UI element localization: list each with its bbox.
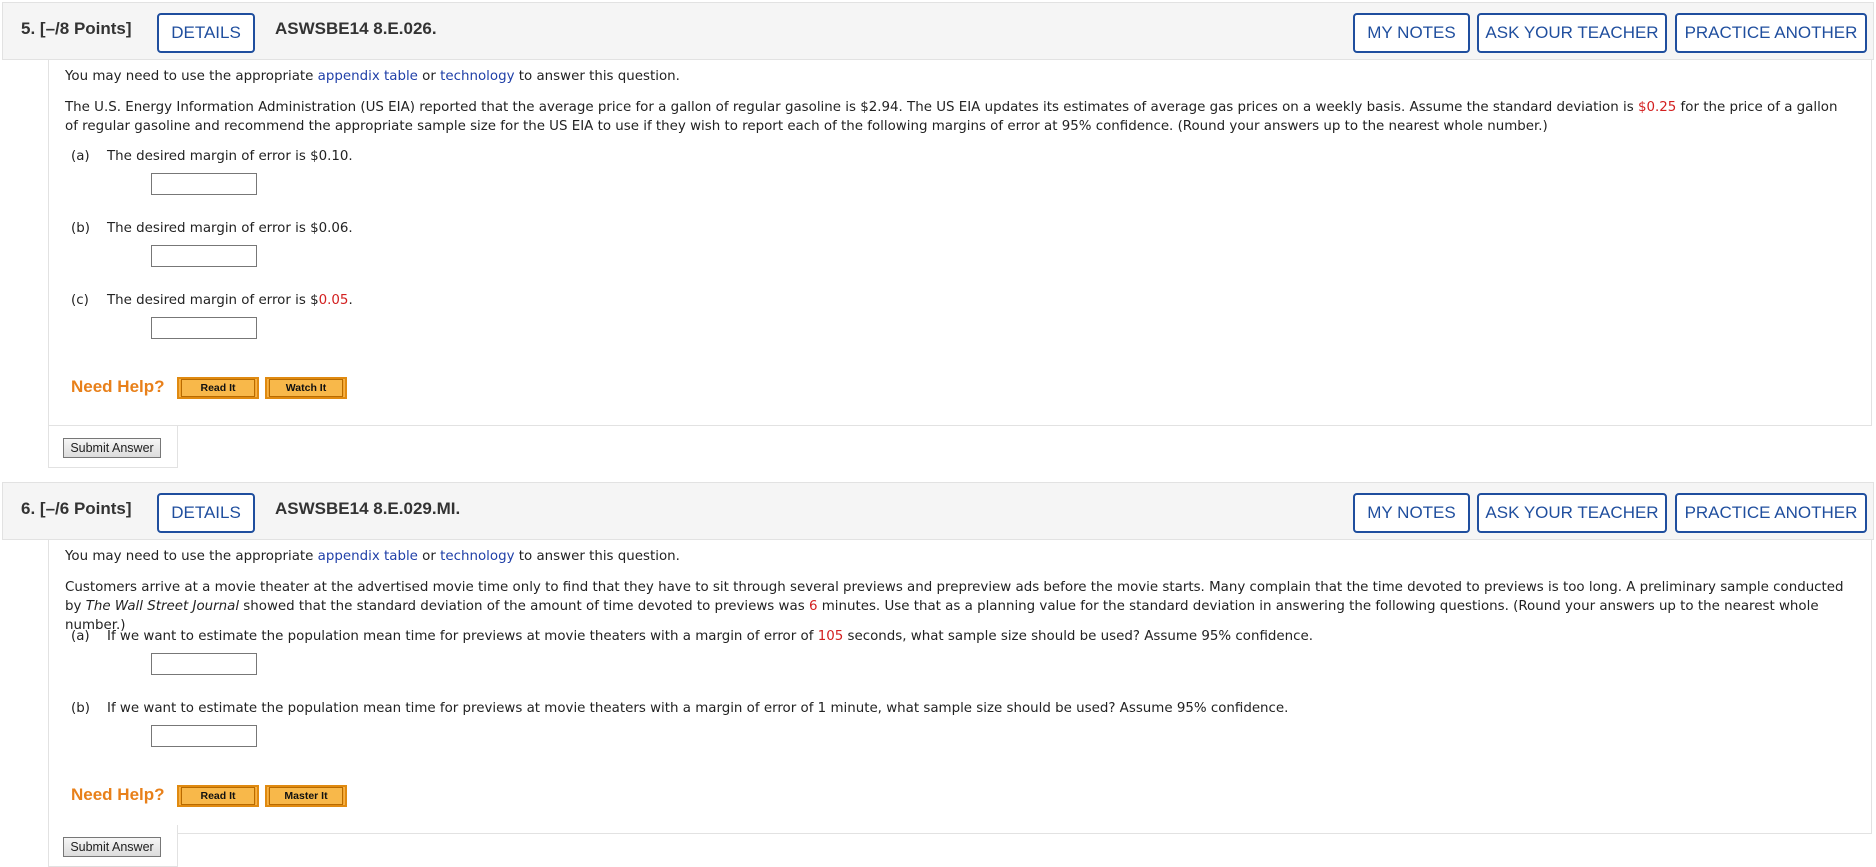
- answer-input-c[interactable]: [151, 317, 257, 339]
- ask-your-teacher-button[interactable]: ASK YOUR TEACHER: [1477, 13, 1667, 53]
- appendix-table-link[interactable]: appendix table: [318, 549, 418, 564]
- my-notes-button[interactable]: MY NOTES: [1353, 493, 1470, 533]
- std-dev-value: $0.25: [1637, 100, 1677, 115]
- details-button[interactable]: DETAILS: [157, 493, 255, 533]
- master-it-button[interactable]: Master It: [265, 785, 347, 807]
- question-stem: The U.S. Energy Information Administrati…: [65, 100, 1838, 134]
- resource-line: You may need to use the appropriate appe…: [65, 549, 680, 564]
- answer-input-a[interactable]: [151, 173, 257, 195]
- need-help-label: Need Help?: [71, 377, 165, 396]
- need-help-label: Need Help?: [71, 785, 165, 804]
- question-points: 6. [–/6 Points]: [21, 499, 132, 518]
- question-points: 5. [–/8 Points]: [21, 19, 132, 38]
- question-header: 5. [–/8 Points] DETAILS ASWSBE14 8.E.026…: [2, 2, 1874, 60]
- my-notes-button[interactable]: MY NOTES: [1353, 13, 1470, 53]
- practice-another-button[interactable]: PRACTICE ANOTHER: [1675, 493, 1867, 533]
- question-stem: Customers arrive at a movie theater at t…: [65, 580, 1844, 633]
- answer-input-a[interactable]: [151, 653, 257, 675]
- appendix-table-link[interactable]: appendix table: [318, 69, 418, 84]
- technology-link[interactable]: technology: [440, 69, 514, 84]
- ask-your-teacher-button[interactable]: ASK YOUR TEACHER: [1477, 493, 1667, 533]
- answer-input-b[interactable]: [151, 725, 257, 747]
- submit-area: Submit Answer: [48, 426, 178, 468]
- question-id: ASWSBE14 8.E.026.: [275, 19, 437, 38]
- details-button[interactable]: DETAILS: [157, 13, 255, 53]
- question-body: You may need to use the appropriate appe…: [48, 60, 1872, 426]
- submit-answer-button[interactable]: Submit Answer: [63, 438, 161, 458]
- submit-area: Submit Answer: [48, 825, 178, 867]
- read-it-button[interactable]: Read It: [177, 377, 259, 399]
- question-header: 6. [–/6 Points] DETAILS ASWSBE14 8.E.029…: [2, 482, 1874, 540]
- submit-answer-button[interactable]: Submit Answer: [63, 837, 161, 857]
- practice-another-button[interactable]: PRACTICE ANOTHER: [1675, 13, 1867, 53]
- read-it-button[interactable]: Read It: [177, 785, 259, 807]
- question-body: You may need to use the appropriate appe…: [48, 540, 1872, 834]
- technology-link[interactable]: technology: [440, 549, 514, 564]
- answer-input-b[interactable]: [151, 245, 257, 267]
- watch-it-button[interactable]: Watch It: [265, 377, 347, 399]
- resource-line: You may need to use the appropriate appe…: [65, 69, 680, 84]
- question-id: ASWSBE14 8.E.029.MI.: [275, 499, 461, 518]
